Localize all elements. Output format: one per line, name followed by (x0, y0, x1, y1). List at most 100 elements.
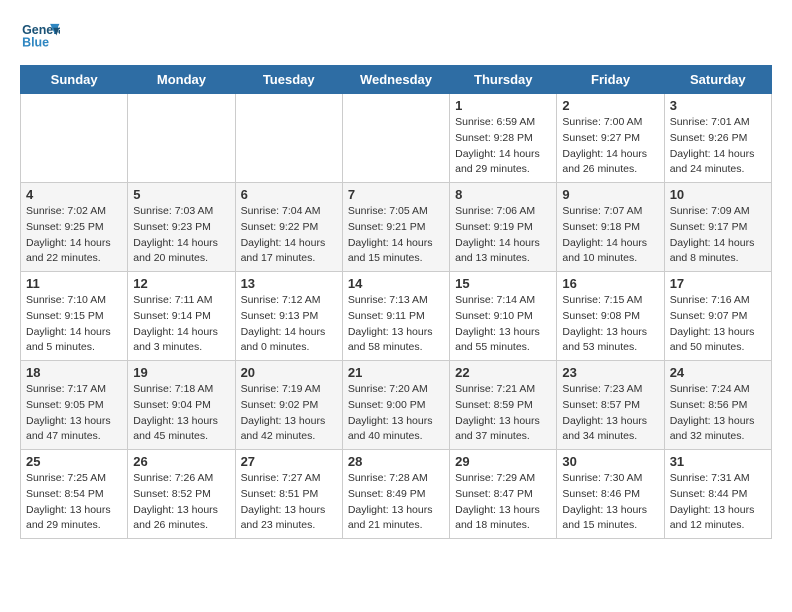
calendar-cell: 8 Sunrise: 7:06 AM Sunset: 9:19 PM Daylig… (450, 183, 557, 272)
calendar-cell: 13 Sunrise: 7:12 AM Sunset: 9:13 PM Dayli… (235, 272, 342, 361)
day-info: Sunrise: 7:21 AM Sunset: 8:59 PM Dayligh… (455, 382, 551, 445)
calendar-cell (21, 94, 128, 183)
logo-icon: General Blue (20, 20, 60, 55)
column-header-sunday: Sunday (21, 66, 128, 94)
day-number: 13 (241, 276, 337, 291)
calendar-cell: 10 Sunrise: 7:09 AM Sunset: 9:17 PM Dayli… (664, 183, 771, 272)
day-info: Sunrise: 7:26 AM Sunset: 8:52 PM Dayligh… (133, 471, 229, 534)
day-number: 19 (133, 365, 229, 380)
calendar-cell (235, 94, 342, 183)
calendar-cell: 7 Sunrise: 7:05 AM Sunset: 9:21 PM Daylig… (342, 183, 449, 272)
calendar-cell: 3 Sunrise: 7:01 AM Sunset: 9:26 PM Daylig… (664, 94, 771, 183)
calendar-cell: 24Sunrise: 7:24 AM Sunset: 8:56 PM Dayli… (664, 361, 771, 450)
day-info: Sunrise: 7:13 AM Sunset: 9:11 PM Dayligh… (348, 293, 444, 356)
day-info: Sunrise: 7:04 AM Sunset: 9:22 PM Dayligh… (241, 204, 337, 267)
day-info: Sunrise: 7:12 AM Sunset: 9:13 PM Dayligh… (241, 293, 337, 356)
day-info: Sunrise: 7:01 AM Sunset: 9:26 PM Dayligh… (670, 115, 766, 178)
day-number: 1 (455, 98, 551, 113)
column-header-tuesday: Tuesday (235, 66, 342, 94)
calendar-cell: 5 Sunrise: 7:03 AM Sunset: 9:23 PM Daylig… (128, 183, 235, 272)
day-number: 14 (348, 276, 444, 291)
day-number: 21 (348, 365, 444, 380)
day-info: Sunrise: 7:18 AM Sunset: 9:04 PM Dayligh… (133, 382, 229, 445)
calendar-cell: 9 Sunrise: 7:07 AM Sunset: 9:18 PM Daylig… (557, 183, 664, 272)
day-info: Sunrise: 7:17 AM Sunset: 9:05 PM Dayligh… (26, 382, 122, 445)
day-info: Sunrise: 7:00 AM Sunset: 9:27 PM Dayligh… (562, 115, 658, 178)
day-info: Sunrise: 7:09 AM Sunset: 9:17 PM Dayligh… (670, 204, 766, 267)
column-header-saturday: Saturday (664, 66, 771, 94)
day-info: Sunrise: 7:10 AM Sunset: 9:15 PM Dayligh… (26, 293, 122, 356)
day-info: Sunrise: 7:14 AM Sunset: 9:10 PM Dayligh… (455, 293, 551, 356)
day-number: 10 (670, 187, 766, 202)
day-number: 4 (26, 187, 122, 202)
calendar-cell: 17Sunrise: 7:16 AM Sunset: 9:07 PM Dayli… (664, 272, 771, 361)
page-header: General Blue (20, 20, 772, 55)
column-header-thursday: Thursday (450, 66, 557, 94)
day-info: Sunrise: 7:07 AM Sunset: 9:18 PM Dayligh… (562, 204, 658, 267)
day-number: 27 (241, 454, 337, 469)
column-header-wednesday: Wednesday (342, 66, 449, 94)
calendar-cell: 19 Sunrise: 7:18 AM Sunset: 9:04 PM Dayli… (128, 361, 235, 450)
day-info: Sunrise: 7:15 AM Sunset: 9:08 PM Dayligh… (562, 293, 658, 356)
logo: General Blue (20, 20, 64, 55)
calendar-cell: 18 Sunrise: 7:17 AM Sunset: 9:05 PM Dayli… (21, 361, 128, 450)
day-info: Sunrise: 7:19 AM Sunset: 9:02 PM Dayligh… (241, 382, 337, 445)
day-info: Sunrise: 7:02 AM Sunset: 9:25 PM Dayligh… (26, 204, 122, 267)
calendar-cell: 29Sunrise: 7:29 AM Sunset: 8:47 PM Dayli… (450, 450, 557, 539)
day-number: 17 (670, 276, 766, 291)
calendar-cell: 22 Sunrise: 7:21 AM Sunset: 8:59 PM Dayli… (450, 361, 557, 450)
day-number: 26 (133, 454, 229, 469)
day-info: Sunrise: 7:11 AM Sunset: 9:14 PM Dayligh… (133, 293, 229, 356)
calendar-cell: 4 Sunrise: 7:02 AM Sunset: 9:25 PM Daylig… (21, 183, 128, 272)
day-info: Sunrise: 7:31 AM Sunset: 8:44 PM Dayligh… (670, 471, 766, 534)
day-number: 16 (562, 276, 658, 291)
day-info: Sunrise: 7:28 AM Sunset: 8:49 PM Dayligh… (348, 471, 444, 534)
day-number: 7 (348, 187, 444, 202)
day-info: Sunrise: 7:24 AM Sunset: 8:56 PM Dayligh… (670, 382, 766, 445)
day-number: 15 (455, 276, 551, 291)
day-number: 18 (26, 365, 122, 380)
calendar-cell: 6 Sunrise: 7:04 AM Sunset: 9:22 PM Daylig… (235, 183, 342, 272)
day-info: Sunrise: 7:23 AM Sunset: 8:57 PM Dayligh… (562, 382, 658, 445)
day-number: 3 (670, 98, 766, 113)
calendar-cell: 2Sunrise: 7:00 AM Sunset: 9:27 PM Daylig… (557, 94, 664, 183)
day-info: Sunrise: 7:05 AM Sunset: 9:21 PM Dayligh… (348, 204, 444, 267)
day-info: Sunrise: 7:27 AM Sunset: 8:51 PM Dayligh… (241, 471, 337, 534)
calendar-cell: 16 Sunrise: 7:15 AM Sunset: 9:08 PM Dayli… (557, 272, 664, 361)
calendar-cell (342, 94, 449, 183)
day-number: 25 (26, 454, 122, 469)
day-info: Sunrise: 7:25 AM Sunset: 8:54 PM Dayligh… (26, 471, 122, 534)
day-number: 5 (133, 187, 229, 202)
day-number: 6 (241, 187, 337, 202)
day-number: 30 (562, 454, 658, 469)
calendar-cell: 26 Sunrise: 7:26 AM Sunset: 8:52 PM Dayli… (128, 450, 235, 539)
day-info: Sunrise: 7:03 AM Sunset: 9:23 PM Dayligh… (133, 204, 229, 267)
day-info: Sunrise: 7:06 AM Sunset: 9:19 PM Dayligh… (455, 204, 551, 267)
day-number: 28 (348, 454, 444, 469)
calendar-cell: 30 Sunrise: 7:30 AM Sunset: 8:46 PM Dayli… (557, 450, 664, 539)
calendar-cell: 28 Sunrise: 7:28 AM Sunset: 8:49 PM Dayli… (342, 450, 449, 539)
calendar-cell: 1Sunrise: 6:59 AM Sunset: 9:28 PM Daylig… (450, 94, 557, 183)
day-info: Sunrise: 7:20 AM Sunset: 9:00 PM Dayligh… (348, 382, 444, 445)
calendar-cell: 14 Sunrise: 7:13 AM Sunset: 9:11 PM Dayli… (342, 272, 449, 361)
day-number: 9 (562, 187, 658, 202)
calendar-cell: 23Sunrise: 7:23 AM Sunset: 8:57 PM Dayli… (557, 361, 664, 450)
day-number: 8 (455, 187, 551, 202)
calendar-cell: 15 Sunrise: 7:14 AM Sunset: 9:10 PM Dayli… (450, 272, 557, 361)
calendar-table: SundayMondayTuesdayWednesdayThursdayFrid… (20, 65, 772, 539)
calendar-cell: 12 Sunrise: 7:11 AM Sunset: 9:14 PM Dayli… (128, 272, 235, 361)
day-number: 20 (241, 365, 337, 380)
column-header-monday: Monday (128, 66, 235, 94)
day-number: 22 (455, 365, 551, 380)
day-number: 31 (670, 454, 766, 469)
calendar-cell: 11Sunrise: 7:10 AM Sunset: 9:15 PM Dayli… (21, 272, 128, 361)
day-info: Sunrise: 7:30 AM Sunset: 8:46 PM Dayligh… (562, 471, 658, 534)
calendar-cell: 25 Sunrise: 7:25 AM Sunset: 8:54 PM Dayli… (21, 450, 128, 539)
day-number: 29 (455, 454, 551, 469)
calendar-cell: 31 Sunrise: 7:31 AM Sunset: 8:44 PM Dayli… (664, 450, 771, 539)
calendar-cell: 27 Sunrise: 7:27 AM Sunset: 8:51 PM Dayli… (235, 450, 342, 539)
column-header-friday: Friday (557, 66, 664, 94)
day-number: 12 (133, 276, 229, 291)
calendar-cell: 21 Sunrise: 7:20 AM Sunset: 9:00 PM Dayli… (342, 361, 449, 450)
svg-text:Blue: Blue (22, 35, 49, 49)
